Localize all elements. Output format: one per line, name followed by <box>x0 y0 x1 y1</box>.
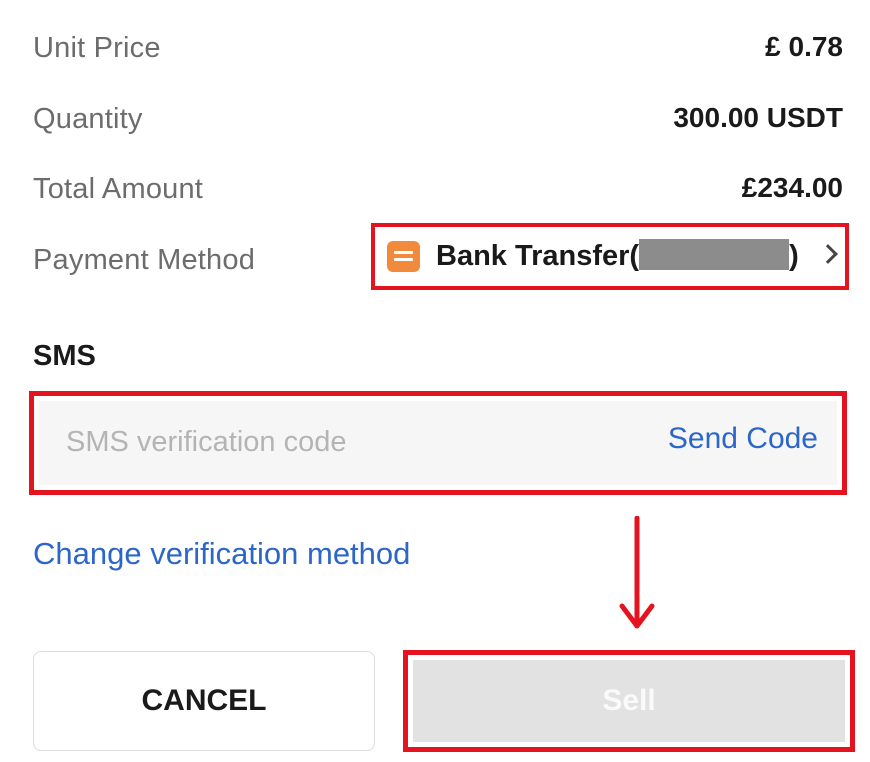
sms-heading: SMS <box>33 340 96 372</box>
total-amount-row: Total Amount £234.00 <box>0 165 870 215</box>
bank-card-icon <box>387 241 420 272</box>
sms-field: Send Code <box>39 401 837 485</box>
sms-code-input[interactable] <box>64 415 608 469</box>
sms-highlight-frame: Send Code <box>29 391 847 495</box>
total-amount-label: Total Amount <box>33 173 204 205</box>
chevron-right-icon <box>818 244 838 264</box>
payment-method-selector[interactable]: Bank Transfer() <box>371 223 849 290</box>
payment-method-name: Bank Transfer( <box>436 240 640 272</box>
arrow-down-icon <box>619 516 655 629</box>
total-amount-value: £234.00 <box>741 172 843 203</box>
unit-price-row: Unit Price £ 0.78 <box>0 24 870 74</box>
change-verification-method-link[interactable]: Change verification method <box>33 536 410 572</box>
quantity-value: 300.00 USDT <box>673 102 843 133</box>
cancel-button[interactable]: CANCEL <box>33 651 375 751</box>
payment-method-value: Bank Transfer() <box>436 239 799 273</box>
redacted-account-mask <box>639 239 790 270</box>
sell-highlight-frame: Sell <box>403 650 855 752</box>
quantity-row: Quantity 300.00 USDT <box>0 95 870 145</box>
quantity-label: Quantity <box>33 103 143 135</box>
unit-price-label: Unit Price <box>33 32 161 64</box>
send-code-button[interactable]: Send Code <box>668 422 818 456</box>
sell-button[interactable]: Sell <box>413 660 845 742</box>
unit-price-value: £ 0.78 <box>765 31 843 62</box>
payment-method-label: Payment Method <box>33 244 256 276</box>
payment-method-close-paren: ) <box>789 240 799 272</box>
